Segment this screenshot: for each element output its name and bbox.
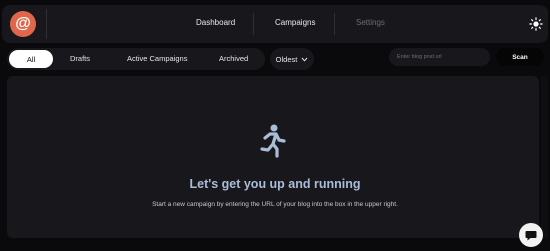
nav-campaigns[interactable]: Campaigns: [275, 18, 315, 27]
tab-all[interactable]: All: [9, 50, 53, 68]
chevron-down-icon: [301, 57, 308, 62]
divider: [46, 9, 47, 39]
logo-glyph: @: [15, 15, 31, 32]
empty-state-subtitle: Start a new campaign by entering the URL…: [152, 201, 398, 208]
nav-dashboard[interactable]: Dashboard: [196, 18, 235, 27]
running-person-icon: [260, 124, 286, 158]
chat-button[interactable]: [519, 223, 543, 247]
chat-bubble-icon: [525, 231, 537, 241]
scan-button[interactable]: Scan: [496, 48, 544, 66]
sun-icon[interactable]: [529, 17, 543, 31]
sort-value: Oldest: [275, 54, 298, 64]
top-navigation-bar: @ Dashboard Campaigns Settings: [2, 5, 548, 43]
nav-settings[interactable]: Settings: [356, 18, 385, 27]
tab-drafts[interactable]: Drafts: [70, 54, 90, 63]
divider: [253, 13, 254, 35]
scrollbar[interactable]: [541, 76, 548, 238]
empty-state-title: Let's get you up and running: [189, 177, 361, 191]
blog-url-input[interactable]: [389, 48, 490, 66]
campaign-filter-tabs: All Drafts Active Campaigns Archived: [7, 48, 265, 70]
tab-active-campaigns[interactable]: Active Campaigns: [127, 54, 187, 63]
divider: [334, 13, 335, 35]
brand-logo[interactable]: @: [10, 11, 36, 37]
sort-dropdown[interactable]: Oldest: [270, 48, 314, 70]
tab-archived[interactable]: Archived: [219, 54, 248, 63]
